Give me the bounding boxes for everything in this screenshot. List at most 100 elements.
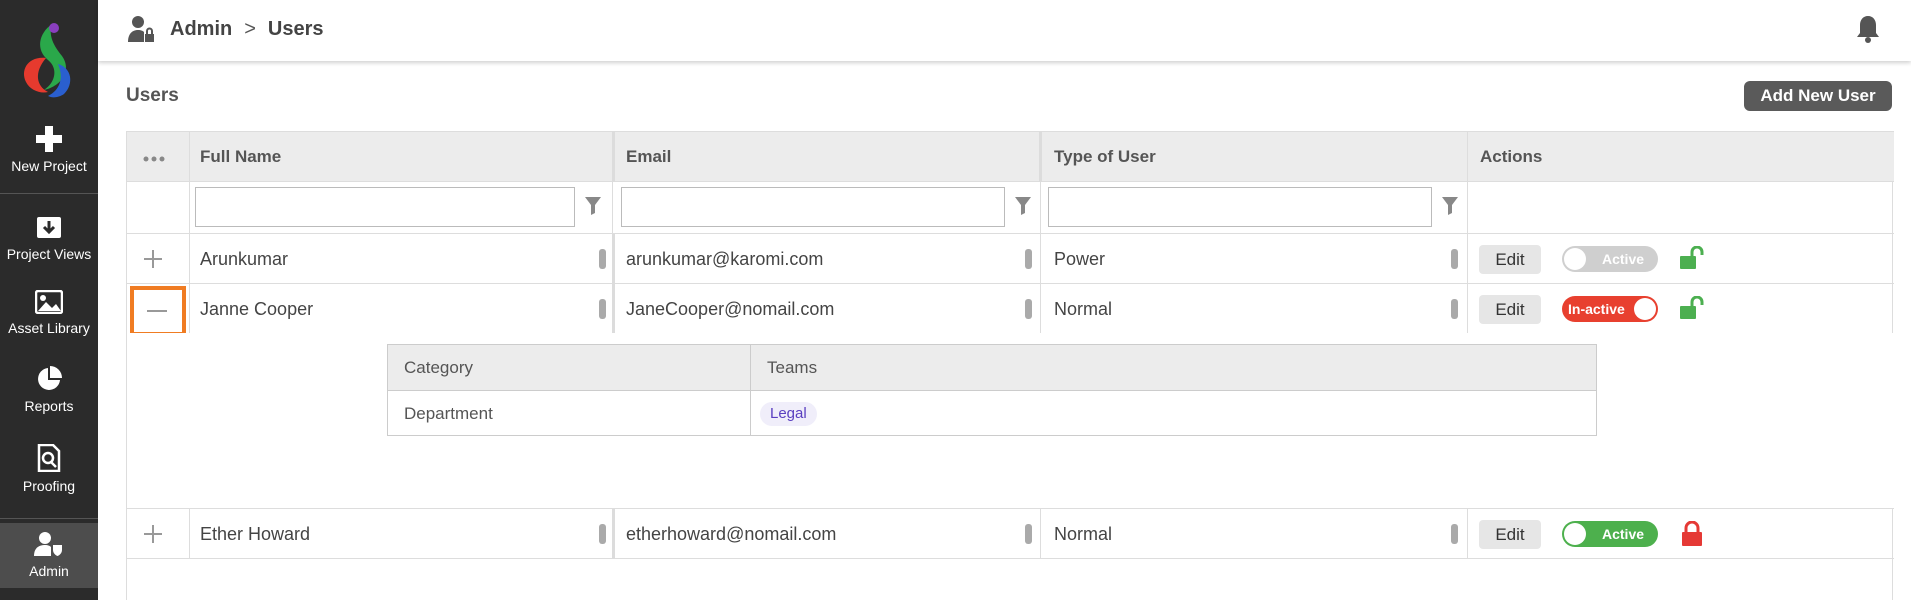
nav-label: Asset Library	[8, 320, 90, 336]
collapse-row-button[interactable]	[130, 286, 186, 336]
status-label: Active	[1602, 251, 1645, 267]
email-cell: arunkumar@karomi.com	[626, 249, 824, 269]
nav-asset-library[interactable]: Asset Library	[0, 290, 98, 362]
breadcrumb: Admin > Users	[128, 15, 324, 43]
app-logo[interactable]	[18, 20, 80, 98]
nav-reports[interactable]: Reports	[0, 366, 98, 438]
type-cell: Normal	[1054, 299, 1113, 319]
filter-icon[interactable]	[585, 197, 601, 215]
column-header-full-name[interactable]: Full Name	[190, 132, 610, 182]
unlocked-icon[interactable]	[1679, 246, 1705, 270]
detail-table: Category Teams Department Legal	[387, 344, 1597, 436]
notification-bell-icon[interactable]	[1855, 14, 1881, 49]
document-search-icon	[37, 444, 61, 472]
edit-button[interactable]: Edit	[1479, 520, 1541, 549]
full-name-cell: Janne Cooper	[200, 299, 314, 319]
pie-chart-icon	[38, 366, 62, 390]
nav-proofing[interactable]: Proofing	[0, 444, 98, 516]
filter-icon[interactable]	[1015, 197, 1031, 215]
detail-category-cell: Department	[404, 404, 493, 423]
column-divider	[612, 234, 615, 284]
column-divider	[612, 182, 613, 233]
column-divider	[1040, 234, 1041, 284]
nav-new-project[interactable]: New Project	[0, 126, 98, 198]
table-row: Arunkumar arunkumar@karomi.com Power Edi…	[127, 234, 1894, 284]
toggle-knob	[1564, 523, 1586, 545]
column-divider	[1040, 182, 1041, 233]
filter-icon[interactable]	[1442, 197, 1458, 215]
expand-row-icon[interactable]	[143, 524, 163, 544]
minus-icon	[147, 310, 167, 312]
column-resize-handle[interactable]	[1025, 299, 1032, 319]
status-toggle[interactable]: Active	[1562, 521, 1658, 547]
nav-label: Admin	[29, 563, 69, 579]
breadcrumb-root[interactable]: Admin	[170, 18, 232, 41]
full-name-filter-input[interactable]	[195, 187, 575, 227]
edit-button[interactable]: Edit	[1479, 295, 1541, 324]
column-divider	[1040, 509, 1041, 559]
team-tag[interactable]: Legal	[760, 402, 817, 426]
detail-teams-cell: Legal	[751, 391, 1591, 436]
user-lock-icon	[128, 16, 154, 42]
download-box-icon	[37, 217, 61, 238]
type-cell: Power	[1054, 249, 1106, 269]
top-bar: Admin > Users	[98, 0, 1911, 61]
column-resize-handle[interactable]	[1451, 524, 1458, 544]
email-cell: etherhoward@nomail.com	[626, 524, 837, 544]
users-table: Full Name Email Type of User Actions Aru…	[126, 131, 1894, 600]
status-toggle[interactable]: In-active	[1562, 296, 1658, 322]
nav-admin[interactable]: Admin	[0, 523, 98, 588]
column-header-actions: Actions	[1480, 147, 1543, 166]
column-header-email[interactable]: Email	[616, 132, 1036, 182]
add-new-user-button[interactable]: Add New User	[1744, 81, 1892, 111]
plus-icon	[36, 126, 62, 152]
row-detail-panel: Category Teams Department Legal	[127, 333, 1894, 509]
nav-project-views[interactable]: Project Views	[0, 214, 98, 286]
sidebar: New Project Project Views Asset Library …	[0, 0, 98, 600]
column-divider	[1467, 509, 1468, 559]
detail-table-header: Category Teams	[388, 345, 1596, 436]
edit-button[interactable]: Edit	[1479, 245, 1541, 274]
email-cell: JaneCooper@nomail.com	[626, 299, 835, 319]
email-filter-input[interactable]	[621, 187, 1005, 227]
column-divider	[612, 509, 615, 559]
detail-header-teams: Teams	[767, 358, 818, 377]
nav-label: Proofing	[22, 478, 76, 494]
type-filter-input[interactable]	[1048, 187, 1432, 227]
nav-label: New Project	[11, 158, 87, 174]
unlocked-icon[interactable]	[1679, 296, 1705, 320]
column-header-type[interactable]: Type of User	[1044, 132, 1464, 182]
column-resize-handle[interactable]	[599, 299, 606, 319]
column-resize-handle[interactable]	[1451, 249, 1458, 269]
nav-label: Project Views	[6, 246, 92, 262]
column-divider	[612, 284, 615, 334]
column-resize-handle[interactable]	[599, 524, 606, 544]
type-cell: Normal	[1054, 524, 1113, 544]
nav-divider	[0, 193, 98, 194]
column-resize-handle[interactable]	[1025, 524, 1032, 544]
expand-row-icon[interactable]	[143, 249, 163, 269]
user-shield-icon	[34, 532, 62, 556]
column-divider	[1039, 131, 1042, 182]
column-resize-handle[interactable]	[1451, 299, 1458, 319]
column-resize-handle[interactable]	[1025, 249, 1032, 269]
nav-label: Reports	[24, 398, 74, 414]
toggle-knob	[1564, 248, 1586, 270]
breadcrumb-current: Users	[267, 17, 324, 40]
detail-header-category: Category	[404, 358, 473, 377]
column-menu-icon[interactable]	[143, 150, 165, 168]
column-divider	[612, 131, 615, 182]
status-toggle[interactable]: Active	[1562, 246, 1658, 272]
column-divider	[1040, 284, 1041, 334]
status-label: Active	[1602, 526, 1645, 542]
table-row: Ether Howard etherhoward@nomail.com Norm…	[127, 509, 1894, 559]
status-label: In-active	[1568, 301, 1625, 317]
column-resize-handle[interactable]	[599, 249, 606, 269]
image-icon	[35, 290, 63, 314]
full-name-cell: Arunkumar	[200, 249, 289, 269]
table-row: Janne Cooper JaneCooper@nomail.com Norma…	[127, 284, 1894, 336]
page-title: Users	[126, 85, 179, 106]
locked-icon[interactable]	[1681, 521, 1705, 547]
filter-row	[127, 182, 1894, 234]
breadcrumb-separator: >	[244, 17, 256, 40]
